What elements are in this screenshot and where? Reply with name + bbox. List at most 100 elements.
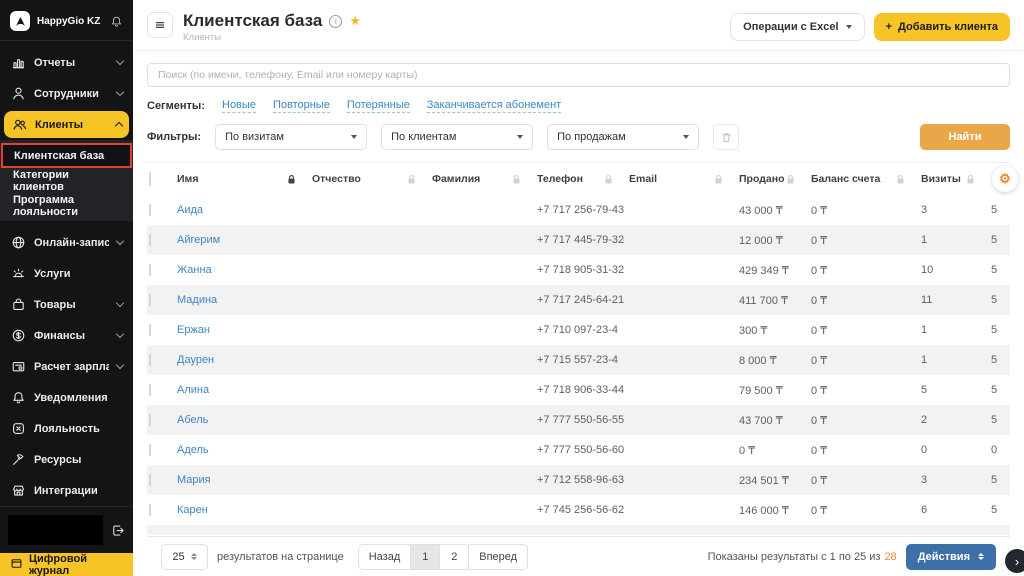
brand-name: HappyGio KZ [37, 16, 103, 27]
row-checkbox[interactable] [149, 324, 151, 336]
sidebar-item-label: Уведомления [34, 392, 123, 404]
app-logo-icon [10, 11, 30, 31]
phone-cell: +7 777 550-56-55 [537, 414, 629, 426]
hamburger-menu-button[interactable] [147, 12, 173, 38]
next-page-button[interactable]: Вперед [468, 544, 528, 570]
sidebar-item[interactable]: Расчет зарплат [0, 351, 133, 382]
client-name-link[interactable]: Абель [177, 414, 208, 426]
client-name-link[interactable]: Айгерим [177, 234, 220, 246]
sidebar-item[interactable]: Уведомления [0, 382, 133, 413]
column-header[interactable]: Имя [177, 173, 312, 185]
page-button[interactable]: 1 [410, 544, 440, 570]
client-name-link[interactable]: Жанна [177, 264, 212, 276]
column-header[interactable]: Отчество [312, 173, 432, 185]
filter-select[interactable]: По визитам [215, 124, 367, 150]
journal-icon [10, 557, 23, 573]
column-settings-gear-icon[interactable]: ⚙ [992, 166, 1018, 192]
sidebar-item[interactable]: Сотрудники [0, 78, 133, 109]
sidebar-item[interactable]: Отчеты [0, 47, 133, 78]
table-header: Имя Отчество Фамилия [147, 163, 1010, 195]
page-button[interactable]: 2 [439, 544, 469, 570]
lock-icon [407, 174, 416, 185]
lock-icon [896, 174, 905, 185]
page-size-select[interactable]: 25 [161, 544, 208, 570]
chevron-icon [116, 299, 124, 307]
extra-cell: 5 [991, 204, 1010, 216]
sidebar-subitem[interactable]: Клиентская база [1, 143, 132, 168]
sidebar-item-label: Интеграции [34, 485, 123, 497]
table-row: Адель +7 777 550-56-60 0 ₸ 0 ₸ 0 0 [147, 435, 1010, 465]
client-name-link[interactable]: Карен [177, 504, 208, 516]
filter-select[interactable]: По клиентам [381, 124, 533, 150]
sidebar-item[interactable]: Ресурсы [0, 444, 133, 475]
balance-cell: 0 ₸ [811, 324, 921, 337]
sidebar-item[interactable]: Онлайн-запись [0, 227, 133, 258]
sold-cell: 0 ₸ [739, 444, 811, 457]
extra-cell: 5 [991, 234, 1010, 246]
client-name-link[interactable]: Аида [177, 204, 203, 216]
scroll-right-button[interactable]: › [1005, 549, 1024, 573]
column-header[interactable]: Телефон [537, 173, 629, 185]
sidebar-item[interactable]: Финансы [0, 320, 133, 351]
segment-link[interactable]: Заканчивается абонемент [427, 99, 561, 113]
info-icon[interactable]: i [329, 15, 342, 28]
extra-cell: 5 [991, 354, 1010, 366]
sidebar-item[interactable]: Товары [0, 289, 133, 320]
content: Сегменты: НовыеПовторныеПотерянныеЗаканч… [133, 51, 1024, 576]
row-checkbox[interactable] [149, 234, 151, 246]
add-client-button[interactable]: + Добавить клиента [874, 13, 1010, 41]
column-header[interactable]: Фамилия [432, 173, 537, 185]
sidebar-item[interactable]: Лояльность [0, 413, 133, 444]
client-name-link[interactable]: Мария [177, 474, 211, 486]
table-row: Абель +7 777 550-56-55 43 700 ₸ 0 ₸ 2 5 [147, 405, 1010, 435]
row-checkbox[interactable] [149, 264, 151, 276]
row-checkbox[interactable] [149, 354, 151, 366]
balance-cell: 0 ₸ [811, 414, 921, 427]
favorite-star-icon[interactable]: ★ [349, 13, 361, 29]
notifications-bell-icon[interactable] [110, 15, 123, 28]
client-name-link[interactable]: Мадина [177, 294, 217, 306]
segment-link[interactable]: Повторные [273, 99, 330, 113]
sold-cell: 43 700 ₸ [739, 414, 811, 427]
column-header[interactable]: Продано [739, 173, 811, 185]
extra-cell: 5 [991, 414, 1010, 426]
segment-link[interactable]: Новые [222, 99, 256, 113]
logout-icon[interactable] [110, 523, 125, 538]
row-checkbox[interactable] [149, 474, 151, 486]
client-name-link[interactable]: Ержан [177, 324, 210, 336]
table-row: Мария +7 712 558-96-63 234 501 ₸ 0 ₸ 3 5 [147, 465, 1010, 495]
segment-link[interactable]: Потерянные [347, 99, 410, 113]
select-all-checkbox[interactable] [149, 172, 151, 186]
digital-journal-bar[interactable]: Цифровой журнал [0, 553, 133, 576]
client-name-link[interactable]: Адель [177, 444, 209, 456]
excel-operations-button[interactable]: Операции с Excel [730, 13, 864, 41]
sidebar-subitem[interactable]: Программа лояльности [0, 193, 133, 218]
sidebar-item[interactable]: Клиенты [4, 111, 129, 138]
row-checkbox[interactable] [149, 384, 151, 396]
lock-icon [604, 174, 613, 185]
filter-select[interactable]: По продажам [547, 124, 699, 150]
clear-filters-button[interactable] [713, 124, 739, 150]
sidebar-item[interactable]: Интеграции [0, 475, 133, 506]
row-checkbox[interactable] [149, 414, 151, 426]
row-checkbox[interactable] [149, 294, 151, 306]
visits-cell: 5 [921, 384, 991, 396]
actions-button[interactable]: Действия [906, 544, 996, 570]
client-name-link[interactable]: Алина [177, 384, 209, 396]
column-header[interactable]: Баланс счета [811, 173, 921, 185]
row-checkbox[interactable] [149, 204, 151, 216]
sidebar-subitem[interactable]: Категории клиентов [0, 168, 133, 193]
row-checkbox[interactable] [149, 504, 151, 516]
balance-cell: 0 ₸ [811, 264, 921, 277]
prev-page-button[interactable]: Назад [358, 544, 412, 570]
search-input[interactable] [147, 63, 1010, 87]
phone-cell: +7 712 558-96-63 [537, 474, 629, 486]
column-header[interactable]: Визиты [921, 173, 991, 185]
segments-row: Сегменты: НовыеПовторныеПотерянныеЗаканч… [147, 99, 1010, 113]
sidebar-item[interactable]: Услуги [0, 258, 133, 289]
column-header[interactable]: Email [629, 173, 739, 185]
sidebar-menu-top: Отчеты Сотрудники Клиенты [0, 41, 133, 140]
client-name-link[interactable]: Даурен [177, 354, 214, 366]
row-checkbox[interactable] [149, 444, 151, 456]
find-button[interactable]: Найти [920, 124, 1010, 150]
